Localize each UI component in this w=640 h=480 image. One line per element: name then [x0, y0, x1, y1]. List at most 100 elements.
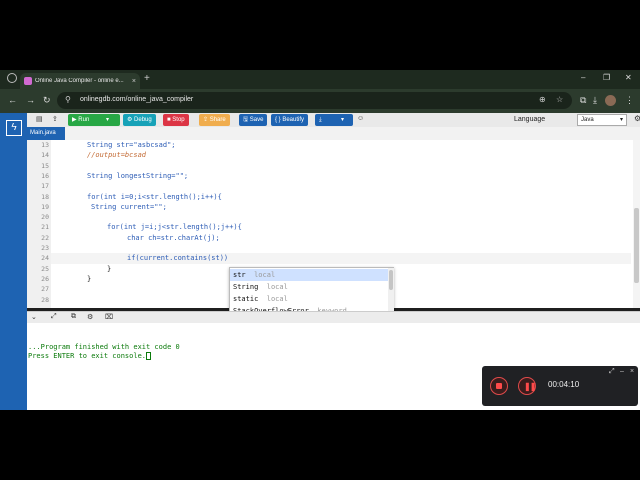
line-number: 23 — [41, 244, 49, 252]
browser-window: Online Java Compiler - online e... × + –… — [0, 70, 640, 410]
screen-recorder-widget: ⤢ – × ❚❚ 00:04:10 — [482, 366, 638, 406]
console-line-prompt: Press ENTER to exit console. — [28, 352, 152, 360]
site-sidebar: ϟ — [0, 113, 27, 410]
browser-tab[interactable]: Online Java Compiler - online e... × — [20, 73, 140, 89]
editor-toolbar: ▤ ⇪ ▶ Run ▾ ⚙ Debug ■ Stop ⇪ Share 🖫 Sav… — [27, 113, 640, 127]
file-tab-main[interactable]: Main.java — [27, 127, 65, 140]
recorder-pause-button[interactable]: ❚❚ — [518, 377, 536, 395]
reload-icon[interactable]: ↻ — [43, 95, 51, 106]
autocomplete-item-meta: local — [266, 283, 288, 291]
upload-icon[interactable]: ⇪ — [52, 115, 58, 123]
line-number: 13 — [41, 141, 49, 149]
autocomplete-item-meta: local — [254, 271, 276, 279]
stop-icon — [496, 383, 502, 389]
copy-icon[interactable]: ⧉ — [71, 313, 76, 321]
run-button[interactable]: ▶ Run ▾ — [68, 114, 120, 126]
clear-console-icon[interactable]: ⌧ — [105, 313, 113, 321]
console-prompt-text: Press ENTER to exit console. — [28, 352, 147, 360]
forward-icon[interactable]: → — [26, 95, 35, 105]
beautify-button[interactable]: { } Beautify — [271, 114, 309, 126]
back-icon[interactable]: ← — [8, 95, 17, 105]
new-tab-button[interactable]: + — [144, 73, 150, 84]
collapse-icon[interactable]: ⌄ — [31, 313, 37, 321]
recorder-minimize-icon[interactable]: – — [620, 368, 624, 375]
download-icon: ⤓ — [319, 117, 322, 123]
lightning-logo-icon[interactable]: ϟ — [6, 120, 22, 136]
editor-scrollbar[interactable] — [633, 140, 640, 308]
line-number: 14 — [41, 151, 49, 160]
language-value: Java — [581, 117, 594, 123]
run-label: ▶ Run — [72, 117, 90, 123]
save-button[interactable]: 🖫 Save — [239, 114, 268, 126]
tab-title: Online Java Compiler - online e... — [35, 78, 124, 84]
recorder-close-icon[interactable]: × — [630, 368, 634, 375]
settings-gear-icon[interactable]: ⚙ — [634, 114, 640, 123]
recorder-stop-button[interactable] — [490, 377, 508, 395]
line-number: 20 — [41, 213, 49, 222]
console-cursor — [146, 352, 152, 360]
site-info-icon[interactable]: ⚲ — [65, 95, 71, 104]
code-line: for(int i=0;i<str.length();i++){ — [87, 192, 222, 201]
maximize-button[interactable]: ❐ — [603, 73, 610, 82]
autocomplete-item[interactable]: static local — [230, 293, 388, 305]
code-line: //output=bcsad — [87, 151, 147, 160]
autocomplete-item-name: String — [233, 283, 259, 291]
line-number: 15 — [41, 161, 49, 170]
autocomplete-item-name: static — [233, 295, 259, 303]
autocomplete-item-meta: local — [266, 295, 288, 303]
downloads-icon[interactable]: ⤓ — [593, 95, 597, 106]
file-tab-row: Main.java — [27, 127, 640, 140]
code-line: for(int j=i;j<str.length();j++){ — [107, 223, 242, 232]
console-settings-icon[interactable]: ⚙ — [87, 313, 93, 321]
autocomplete-item-name: str — [233, 271, 246, 279]
recorder-timer: 00:04:10 — [548, 380, 580, 389]
line-number: 24 — [41, 254, 49, 263]
code-line: } — [107, 264, 112, 273]
new-file-icon[interactable]: ▤ — [36, 115, 43, 123]
debug-button[interactable]: ⚙ Debug — [123, 114, 156, 126]
line-number: 26 — [41, 274, 49, 283]
zoom-icon[interactable]: ⊕ — [539, 95, 546, 104]
line-number: 18 — [41, 192, 49, 201]
line-number: 22 — [41, 233, 49, 242]
avatar[interactable] — [605, 95, 616, 106]
share-button[interactable]: ⇪ Share — [199, 114, 230, 126]
line-number: 27 — [41, 285, 49, 294]
code-line: String longestString=""; — [87, 171, 189, 180]
code-line: } — [87, 274, 92, 283]
pause-icon: ❚❚ — [524, 382, 536, 391]
console-line-exit: ...Program finished with exit code 0 — [28, 343, 180, 351]
autocomplete-scroll-thumb[interactable] — [389, 270, 393, 290]
bookmark-star-icon[interactable]: ☆ — [556, 95, 563, 104]
editor-scroll-thumb[interactable] — [634, 208, 639, 283]
mascot-icon[interactable]: ☺ — [357, 115, 364, 122]
autocomplete-item[interactable]: String local — [230, 281, 388, 293]
autocomplete-item[interactable]: str local — [230, 269, 388, 281]
omnibox[interactable]: ⚲ onlinegdb.com/online_java_compiler ⊕ ☆ — [57, 92, 572, 109]
line-number: 25 — [41, 264, 49, 273]
download-dropdown-icon[interactable]: ▾ — [341, 114, 344, 126]
url-text[interactable]: onlinegdb.com/online_java_compiler — [80, 96, 193, 103]
run-dropdown-icon[interactable]: ▾ — [106, 114, 109, 126]
code-line: String str="asbcsad"; — [87, 141, 176, 149]
recorder-expand-icon[interactable]: ⤢ — [609, 368, 615, 376]
menu-icon[interactable]: ⋮ — [625, 95, 634, 106]
download-button[interactable]: ⤓ ▾ — [315, 114, 353, 126]
tab-strip: Online Java Compiler - online e... × + –… — [0, 70, 640, 89]
line-number: 16 — [41, 171, 49, 180]
line-number: 17 — [41, 182, 49, 191]
chevron-down-icon: ▾ — [619, 117, 623, 123]
code-line: String current=""; — [91, 202, 167, 211]
tab-search-icon[interactable] — [7, 73, 17, 83]
minimize-button[interactable]: – — [581, 73, 585, 82]
line-number: 28 — [41, 295, 49, 304]
line-number: 19 — [41, 202, 49, 211]
extensions-icon[interactable]: ⧉ — [580, 95, 586, 106]
favicon-icon — [24, 77, 32, 85]
expand-icon[interactable]: ⤢ — [51, 313, 57, 321]
tab-close-icon[interactable]: × — [132, 78, 136, 85]
stop-button[interactable]: ■ Stop — [163, 114, 189, 126]
close-window-button[interactable]: ✕ — [625, 73, 632, 82]
language-select[interactable]: Java ▾ — [577, 114, 627, 126]
code-line: char ch=str.charAt(j); — [127, 233, 220, 242]
